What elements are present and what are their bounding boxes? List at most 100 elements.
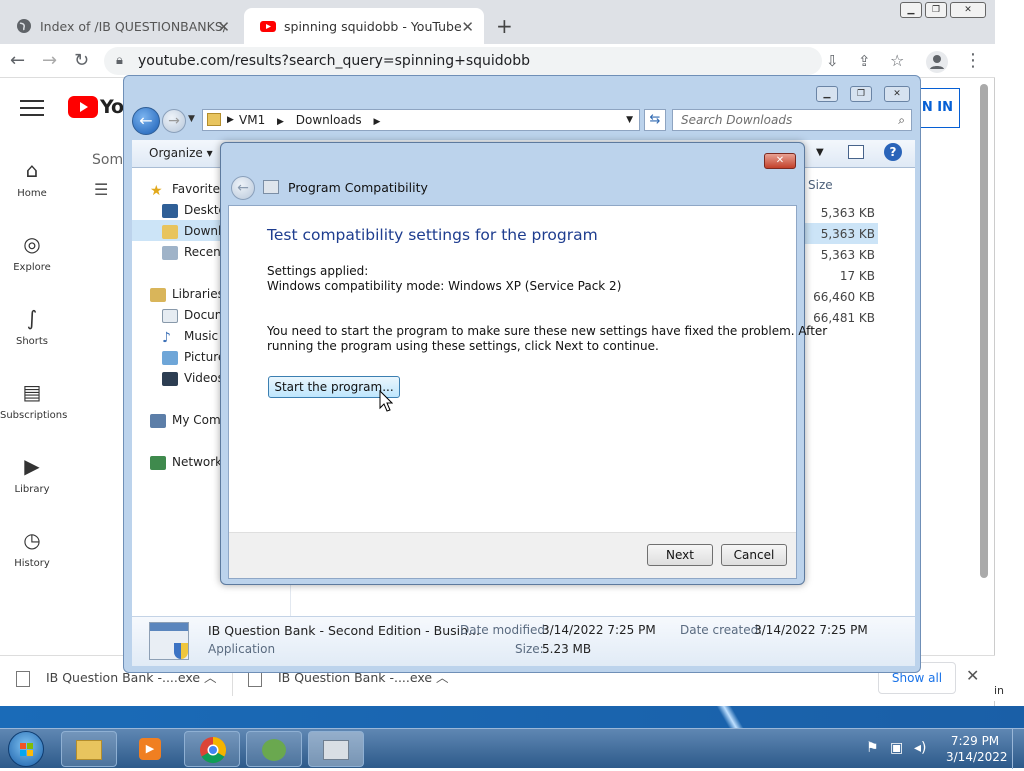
sign-in-button[interactable]: N IN xyxy=(920,88,960,128)
sidebar-item-history[interactable]: ◷ History xyxy=(0,528,64,569)
nav-videos[interactable]: Videos xyxy=(162,371,224,386)
address-dropdown-icon[interactable]: ▼ xyxy=(626,110,633,130)
desktop-icon xyxy=(162,203,178,218)
cancel-button[interactable]: Cancel xyxy=(721,544,787,566)
tab-title: Index of /IB QUESTIONBANKS/2... xyxy=(40,18,225,34)
organize-button[interactable]: Organize ▾ xyxy=(149,146,213,160)
subscriptions-icon: ▤ xyxy=(22,380,42,404)
taskbar: ▶ ⚑ ▣ ◂) 7:29 PM 3/14/2022 xyxy=(0,728,1024,769)
detail-date-created: 3/14/2022 7:25 PM xyxy=(754,623,868,637)
filters-icon[interactable]: ☰ xyxy=(94,180,108,199)
shorts-icon: ∫ xyxy=(26,306,38,330)
compat-wizard-icon xyxy=(323,740,349,760)
taskbar-explorer[interactable] xyxy=(61,731,117,767)
wallpaper-streak xyxy=(700,706,760,728)
dialog-back-arrow-icon[interactable]: ← xyxy=(231,176,255,200)
taskbar-media-player[interactable]: ▶ xyxy=(122,731,178,767)
home-icon: ⌂ xyxy=(25,158,39,182)
nav-label: Libraries xyxy=(172,287,224,301)
forward-arrow-icon[interactable]: → xyxy=(162,109,186,133)
compat-mode-text: Windows compatibility mode: Windows XP (… xyxy=(267,279,622,293)
close-shelf-icon[interactable]: ✕ xyxy=(966,666,979,685)
sidebar-item-library[interactable]: ▶ Library xyxy=(0,454,64,495)
maximize-button[interactable]: ❐ xyxy=(925,2,947,18)
close-window-button[interactable]: ✕ xyxy=(950,2,986,18)
show-desktop-button[interactable] xyxy=(1012,729,1024,769)
views-dropdown-icon[interactable]: ▼ xyxy=(816,147,824,158)
close-tab-icon[interactable]: ✕ xyxy=(461,18,474,36)
breadcrumb-vm1[interactable]: VM1 xyxy=(239,113,265,127)
detail-label: Size: xyxy=(515,642,544,656)
close-tab-icon[interactable]: ✕ xyxy=(217,18,230,36)
preview-pane-icon[interactable] xyxy=(848,145,864,159)
nav-music[interactable]: ♪ Music xyxy=(162,329,219,346)
back-icon[interactable]: ← xyxy=(10,50,25,71)
nav-label: Music xyxy=(184,329,219,343)
start-button[interactable] xyxy=(8,731,44,767)
organize-label: Organize xyxy=(149,146,203,160)
search-input[interactable]: Search Downloads ⌕ xyxy=(672,109,912,131)
nav-libraries[interactable]: Libraries xyxy=(150,287,224,302)
clock-date[interactable]: 3/14/2022 xyxy=(946,750,1008,764)
taskbar-chrome[interactable] xyxy=(184,731,240,767)
share-icon[interactable]: ⇪ xyxy=(858,52,871,70)
lock-icon: 🔒︎ xyxy=(116,53,123,68)
tab-index[interactable]: Index of /IB QUESTIONBANKS/2... ✕ xyxy=(0,8,240,44)
close-window-button[interactable]: ✕ xyxy=(884,86,910,102)
sidebar-label: History xyxy=(14,558,50,569)
breadcrumb-chevron-icon[interactable]: ▶ xyxy=(374,117,381,127)
tab-youtube[interactable]: spinning squidobb - YouTube ✕ xyxy=(244,8,484,44)
taskbar-compat-wizard[interactable] xyxy=(308,731,364,767)
maximize-button[interactable]: ❐ xyxy=(850,86,872,102)
windows-logo-icon xyxy=(20,743,33,756)
history-dropdown-icon[interactable]: ▼ xyxy=(188,114,195,124)
breadcrumb-chevron-icon[interactable]: ▶ xyxy=(277,117,284,127)
dialog-content: Test compatibility settings for the prog… xyxy=(228,205,827,579)
sidebar-item-home[interactable]: ⌂ Home xyxy=(0,158,64,199)
nav-recent[interactable]: Recent xyxy=(162,245,225,260)
sidebar-label: Subscriptions xyxy=(0,410,68,421)
menu-dots-icon[interactable]: ⋮ xyxy=(964,50,982,71)
help-icon[interactable]: ? xyxy=(884,143,902,161)
network-tray-icon[interactable]: ▣ xyxy=(890,740,903,756)
file-icon xyxy=(16,670,30,687)
hamburger-menu-icon[interactable] xyxy=(20,100,44,116)
dialog-close-button[interactable]: ✕ xyxy=(764,153,796,169)
nav-favorites[interactable]: ★ Favorites xyxy=(150,182,226,199)
new-tab-button[interactable]: + xyxy=(496,14,513,38)
tab-strip: Index of /IB QUESTIONBANKS/2... ✕ spinni… xyxy=(0,0,995,44)
search-partial: Som xyxy=(92,152,124,168)
address-bar[interactable]: 🔒︎ youtube.com/results?search_query=spin… xyxy=(104,47,822,75)
next-button[interactable]: Next xyxy=(647,544,713,566)
taskbar-program[interactable] xyxy=(246,731,302,767)
back-arrow-icon[interactable]: ← xyxy=(132,107,160,135)
reload-icon[interactable]: ↻ xyxy=(74,50,89,71)
minimize-button[interactable]: ▁ xyxy=(816,86,838,102)
install-icon[interactable]: ⇩ xyxy=(826,52,839,70)
volume-icon[interactable]: ◂) xyxy=(914,740,927,756)
settings-applied-label: Settings applied: xyxy=(267,264,369,278)
detail-date-modified: 3/14/2022 7:25 PM xyxy=(542,623,656,637)
action-center-icon[interactable]: ⚑ xyxy=(866,740,879,756)
sidebar-item-shorts[interactable]: ∫ Shorts xyxy=(0,306,64,347)
sidebar-item-subscriptions[interactable]: ▤ Subscriptions xyxy=(0,380,68,421)
clock-time[interactable]: 7:29 PM xyxy=(950,734,1000,748)
nav-network[interactable]: Network xyxy=(150,455,222,470)
detail-size: 5.23 MB xyxy=(542,642,592,656)
forward-icon[interactable]: → xyxy=(42,50,57,71)
sidebar-label: Home xyxy=(17,188,47,199)
sidebar-item-explore[interactable]: ◎ Explore xyxy=(0,232,64,273)
minimize-button[interactable]: ▁ xyxy=(900,2,922,18)
refresh-icon[interactable]: ⇆ xyxy=(644,109,666,131)
bookmark-star-icon[interactable]: ☆ xyxy=(890,51,904,70)
breadcrumb-downloads[interactable]: Downloads xyxy=(296,113,362,127)
size-column-header[interactable]: Size xyxy=(808,178,833,192)
instructions-line-1: You need to start the program to make su… xyxy=(267,324,828,338)
profile-icon[interactable] xyxy=(926,51,948,73)
breadcrumb-chevron-icon[interactable]: ▶ xyxy=(227,110,234,130)
frog-app-icon xyxy=(262,739,286,761)
page-scrollbar[interactable] xyxy=(980,84,988,578)
address-bar[interactable]: ▶ VM1 ▶ Downloads ▶ ▼ xyxy=(202,109,640,131)
tab-title: spinning squidobb - YouTube xyxy=(284,18,462,34)
instructions-line-2: running the program using these settings… xyxy=(267,339,659,353)
